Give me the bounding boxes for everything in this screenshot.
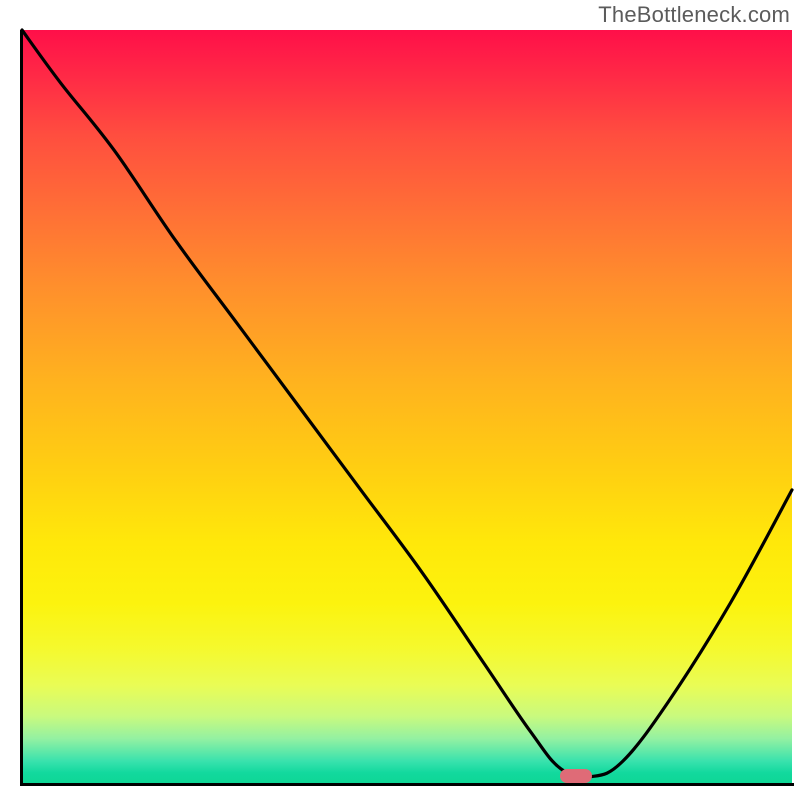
bottleneck-chart: TheBottleneck.com: [0, 0, 800, 800]
y-axis-line: [20, 30, 23, 786]
watermark-text: TheBottleneck.com: [598, 2, 790, 28]
optimal-marker: [560, 769, 592, 783]
x-axis-line: [20, 783, 794, 786]
plot-heatmap-background: [22, 30, 792, 784]
